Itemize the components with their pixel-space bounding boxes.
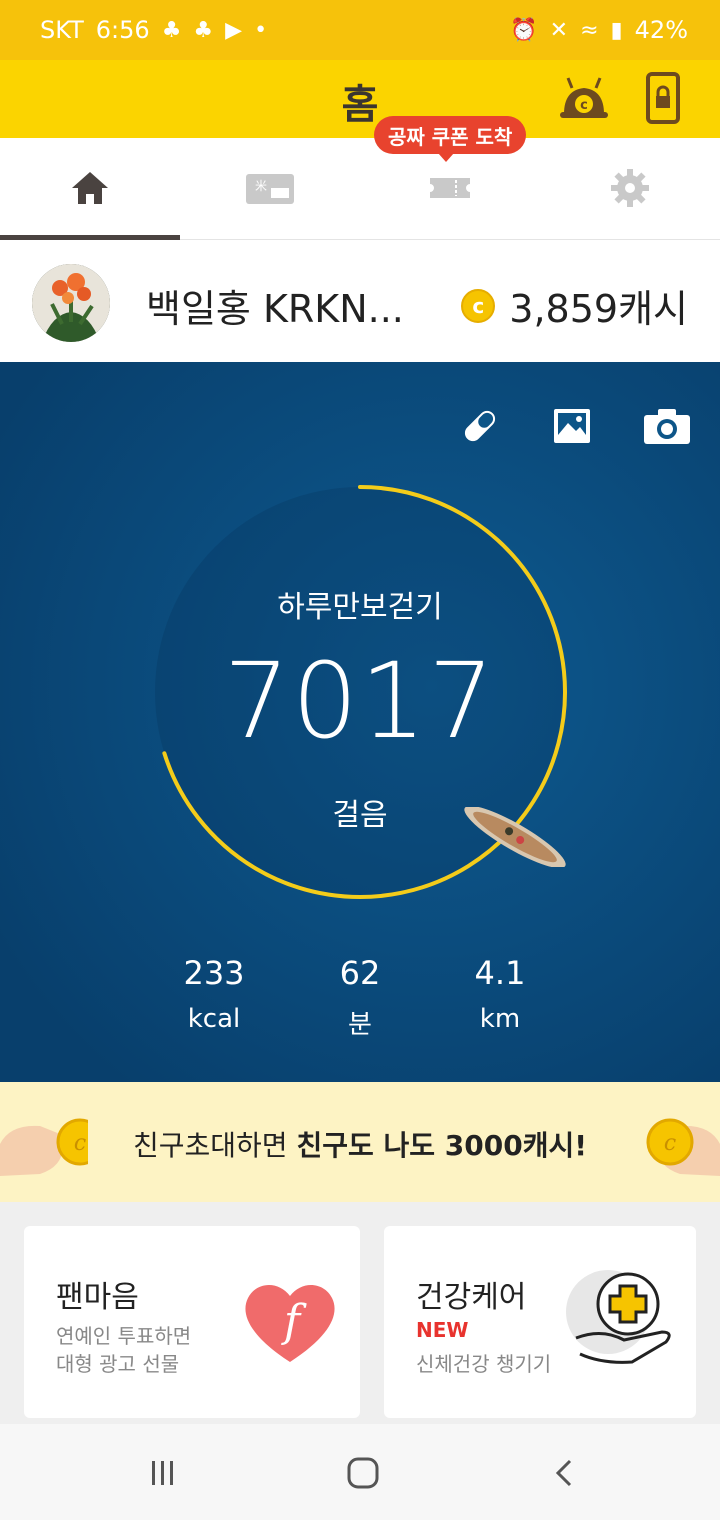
dot-icon: • bbox=[254, 17, 268, 43]
ticket-icon bbox=[430, 178, 470, 198]
battery-label: 42% bbox=[634, 16, 688, 44]
card-subtitle: 연예인 투표하면 bbox=[56, 1324, 192, 1348]
svg-text:c: c bbox=[580, 98, 588, 113]
back-icon bbox=[555, 1459, 572, 1487]
invite-text: 친구초대하면 친구도 나도 3000캐시! bbox=[0, 1124, 720, 1164]
recent-apps-button[interactable] bbox=[138, 1448, 188, 1498]
tab-settings[interactable] bbox=[540, 138, 720, 238]
notification-icon: ♣ bbox=[193, 17, 214, 43]
status-bar: SKT 6:56 ♣ ♣ ▶ • ⏰ ✕ ≈ ▮ 42% bbox=[0, 0, 720, 60]
new-badge: NEW bbox=[416, 1318, 469, 1342]
health-plus-icon bbox=[566, 1270, 671, 1364]
image-icon[interactable] bbox=[550, 406, 594, 446]
fan-maeum-card[interactable]: 팬마음 연예인 투표하면 대형 광고 선물 f bbox=[24, 1226, 360, 1418]
heart-f-icon: f bbox=[245, 1284, 335, 1362]
home-icon bbox=[72, 172, 108, 204]
invite-banner[interactable]: c 친구초대하면 친구도 나도 3000캐시! c bbox=[0, 1082, 720, 1202]
card-title: 팬마음 bbox=[56, 1280, 139, 1315]
feature-cards: 팬마음 연예인 투표하면 대형 광고 선물 f 건강케어 NEW 신체건강 챙기… bbox=[0, 1202, 720, 1424]
cash-robot-icon[interactable]: c bbox=[558, 74, 610, 122]
card-subtitle: 신체건강 챙기기 bbox=[416, 1352, 552, 1376]
cash-coin-icon: c bbox=[461, 288, 496, 323]
back-button[interactable] bbox=[540, 1448, 590, 1498]
calories-stat: 233 kcal bbox=[154, 954, 274, 1034]
distance-unit: km bbox=[479, 1004, 521, 1034]
system-nav-bar bbox=[0, 1424, 720, 1520]
signal-icon: ▮ bbox=[610, 17, 623, 43]
username: 백일홍 KRKN... bbox=[146, 287, 404, 331]
card-subtitle: 대형 광고 선물 bbox=[56, 1352, 180, 1376]
mute-icon: ✕ bbox=[549, 17, 569, 43]
clock-label: 6:56 bbox=[95, 16, 150, 44]
cash-balance[interactable]: c 3,859캐시 bbox=[461, 278, 688, 333]
notification-icon: ♣ bbox=[161, 17, 182, 43]
distance-value: 4.1 bbox=[474, 954, 526, 992]
profile-row: 백일홍 KRKN... c 3,859캐시 bbox=[0, 240, 720, 362]
avatar[interactable] bbox=[32, 264, 110, 342]
step-goal-label: 하루만보걷기 bbox=[277, 590, 443, 625]
page-title: 홈 bbox=[341, 82, 379, 128]
distance-stat: 4.1 km bbox=[440, 954, 560, 1034]
svg-text:c: c bbox=[664, 1131, 676, 1156]
gear-icon bbox=[611, 169, 649, 207]
calories-unit: kcal bbox=[187, 1004, 241, 1034]
app-bar: 홈 c bbox=[0, 60, 720, 138]
minutes-unit: 분 bbox=[348, 1010, 372, 1040]
home-button[interactable] bbox=[338, 1448, 388, 1498]
minutes-stat: 62 분 bbox=[300, 954, 420, 1041]
tab-home[interactable] bbox=[0, 138, 180, 240]
invite-text-normal: 친구초대하면 bbox=[133, 1129, 297, 1162]
step-unit: 걸음 bbox=[332, 798, 388, 833]
step-count: 7017 bbox=[223, 640, 497, 762]
calories-value: 233 bbox=[183, 954, 245, 992]
wifi-icon: ≈ bbox=[580, 17, 599, 43]
recent-apps-icon bbox=[152, 1461, 173, 1485]
minutes-value: 62 bbox=[339, 954, 381, 992]
carrier-label: SKT bbox=[40, 16, 84, 44]
lockscreen-icon[interactable] bbox=[646, 72, 680, 124]
health-care-card[interactable]: 건강케어 NEW 신체건강 챙기기 bbox=[384, 1226, 696, 1418]
alarm-icon: ⏰ bbox=[510, 17, 538, 43]
camera-icon[interactable] bbox=[642, 406, 692, 446]
cash-amount: 3,859캐시 bbox=[509, 287, 688, 331]
tab-bar: 米 bbox=[0, 138, 720, 240]
svg-text:米: 米 bbox=[255, 179, 267, 193]
home-circle-icon bbox=[347, 1457, 379, 1489]
pill-icon[interactable] bbox=[458, 406, 502, 446]
tab-gift[interactable]: 米 bbox=[180, 138, 360, 238]
step-counter-panel: 하루만보걷기 7017 걸음 233 kcal 62 분 4.1 km bbox=[0, 362, 720, 1082]
youtube-icon: ▶ bbox=[225, 17, 243, 43]
invite-text-bold: 친구도 나도 3000캐시! bbox=[296, 1129, 587, 1162]
coupon-tooltip[interactable]: 공짜 쿠폰 도착 bbox=[374, 116, 527, 162]
gift-card-icon: 米 bbox=[246, 174, 294, 204]
hand-coin-icon: c bbox=[646, 1118, 720, 1176]
card-title: 건강케어 bbox=[416, 1280, 527, 1315]
